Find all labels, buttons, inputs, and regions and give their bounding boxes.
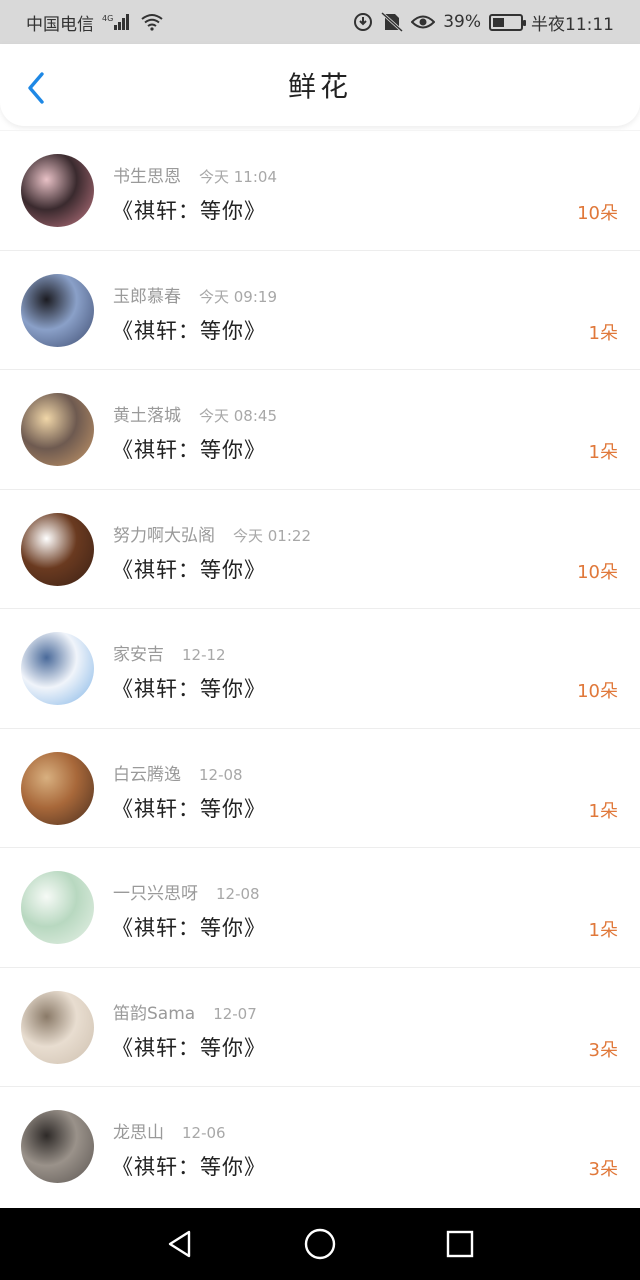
battery-percent: 39% — [443, 12, 481, 32]
flower-count: 3朵 — [588, 1039, 618, 1061]
user-name: 家安吉 — [113, 645, 164, 665]
timestamp: 今天 09:19 — [199, 287, 277, 306]
list-item[interactable]: 白云腾逸 12-08 《祺轩：等你》 1朵 — [0, 727, 640, 848]
header: 鲜花 — [0, 44, 640, 126]
flower-count: 10朵 — [577, 681, 618, 702]
avatar[interactable] — [21, 512, 94, 586]
user-name: 一只兴思呀 — [113, 884, 198, 904]
avatar[interactable] — [21, 273, 94, 347]
gift-list: 书生思恩 今天 11:04 《祺轩：等你》 10朵 玉郎慕春 今天 09:19 … — [0, 130, 640, 1206]
list-item[interactable]: 家安吉 12-12 《祺轩：等你》 10朵 — [0, 608, 640, 728]
message-text: 《祺轩：等你》 — [112, 318, 266, 343]
flower-count: 1朵 — [588, 322, 618, 344]
timestamp: 12-06 — [182, 1124, 226, 1142]
message-text: 《祺轩：等你》 — [112, 438, 266, 462]
avatar[interactable] — [21, 632, 94, 705]
message-text: 《祺轩：等你》 — [112, 1155, 266, 1179]
user-name: 黄土落城 — [113, 406, 181, 426]
item-meta: 玉郎慕春 今天 09:19 — [113, 282, 277, 307]
item-meta: 白云腾逸 12-08 — [113, 760, 243, 785]
timestamp: 12-08 — [199, 765, 243, 784]
timestamp: 今天 11:04 — [199, 168, 277, 186]
user-name: 努力啊大弘阁 — [113, 525, 215, 546]
list-item[interactable]: 一只兴思呀 12-08 《祺轩：等你》 1朵 — [0, 847, 640, 967]
message-text: 《祺轩：等你》 — [112, 916, 266, 940]
page-title: 鲜花 — [287, 70, 352, 103]
data-saver-icon — [353, 12, 373, 32]
avatar[interactable] — [21, 393, 94, 466]
list-item[interactable]: 龙思山 12-06 《祺轩：等你》 3朵 — [0, 1086, 640, 1206]
avatar[interactable] — [21, 154, 94, 227]
back-button[interactable] — [18, 70, 54, 106]
item-meta: 家安吉 12-12 — [113, 640, 226, 665]
avatar[interactable] — [21, 990, 94, 1064]
timestamp: 12-07 — [213, 1004, 257, 1023]
user-name: 书生思恩 — [113, 167, 181, 187]
nav-home-icon — [304, 1228, 336, 1260]
message-text: 《祺轩：等你》 — [112, 677, 266, 701]
flower-count: 10朵 — [577, 203, 618, 224]
list-item[interactable]: 玉郎慕春 今天 09:19 《祺轩：等你》 1朵 — [0, 249, 640, 370]
item-meta: 黄土落城 今天 08:45 — [113, 401, 277, 426]
flower-count: 1朵 — [588, 920, 618, 941]
status-bar: 中国电信 4G 39% 半夜11:11 — [0, 0, 640, 44]
avatar[interactable] — [21, 1110, 94, 1183]
item-meta: 一只兴思呀 12-08 — [113, 879, 260, 904]
item-meta: 笛韵Sama 12-07 — [113, 999, 257, 1024]
clock: 半夜11:11 — [531, 14, 614, 35]
flower-count: 10朵 — [577, 561, 618, 583]
carrier-label: 中国电信 — [26, 14, 94, 35]
battery-icon — [489, 13, 526, 31]
list-item[interactable]: 黄土落城 今天 08:45 《祺轩：等你》 1朵 — [0, 369, 640, 489]
list-item[interactable]: 努力啊大弘阁 今天 01:22 《祺轩：等你》 10朵 — [0, 488, 640, 609]
no-sim-icon — [381, 12, 404, 32]
status-left: 中国电信 4G — [26, 10, 164, 35]
item-meta: 书生思恩 今天 11:04 — [113, 162, 277, 187]
signal-icon: 4G — [102, 13, 132, 31]
user-name: 笛韵Sama — [113, 1003, 196, 1024]
nav-recents-button[interactable] — [440, 1224, 480, 1264]
nav-home-button[interactable] — [300, 1224, 340, 1264]
list-item[interactable]: 笛韵Sama 12-07 《祺轩：等你》 3朵 — [0, 966, 640, 1087]
network-label: 4G — [102, 14, 113, 23]
timestamp: 今天 08:45 — [199, 407, 277, 425]
flower-count: 3朵 — [588, 1159, 618, 1180]
avatar[interactable] — [21, 871, 94, 944]
user-name: 龙思山 — [113, 1123, 164, 1143]
message-text: 《祺轩：等你》 — [112, 1035, 266, 1060]
avatar[interactable] — [21, 751, 94, 825]
chevron-left-icon — [28, 72, 44, 104]
list-item[interactable]: 书生思恩 今天 11:04 《祺轩：等你》 10朵 — [0, 130, 640, 250]
message-text: 《祺轩：等你》 — [112, 199, 266, 223]
timestamp: 12-08 — [216, 885, 260, 903]
nav-back-icon — [168, 1230, 191, 1258]
message-text: 《祺轩：等你》 — [112, 557, 266, 582]
nav-bar — [0, 1208, 640, 1280]
status-right: 39% 半夜11:11 — [353, 10, 614, 35]
nav-recents-icon — [446, 1230, 474, 1258]
message-text: 《祺轩：等你》 — [112, 796, 266, 821]
user-name: 玉郎慕春 — [113, 286, 181, 307]
wifi-icon — [140, 13, 164, 31]
timestamp: 今天 01:22 — [233, 526, 311, 545]
item-meta: 努力啊大弘阁 今天 01:22 — [113, 521, 311, 546]
flower-count: 1朵 — [588, 442, 618, 463]
eye-comfort-icon — [411, 13, 436, 31]
timestamp: 12-12 — [182, 646, 226, 664]
nav-back-button[interactable] — [160, 1224, 200, 1264]
user-name: 白云腾逸 — [113, 764, 181, 785]
item-meta: 龙思山 12-06 — [113, 1118, 226, 1143]
flower-count: 1朵 — [588, 800, 618, 822]
